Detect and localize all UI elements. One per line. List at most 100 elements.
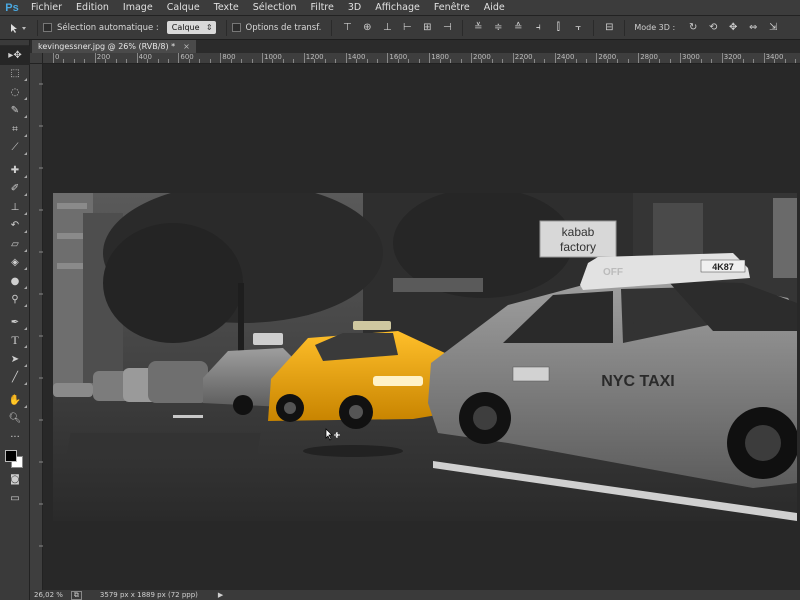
ruler-tick (53, 53, 54, 63)
menu-3d[interactable]: 3D (341, 0, 368, 16)
brush-icon: ✐ (10, 183, 20, 195)
distribute-left-icon[interactable]: ⫞ (528, 19, 548, 37)
ruler-minor-tick (753, 59, 755, 63)
align-top-icon[interactable]: ⊤ (337, 19, 357, 37)
screen-mode-button[interactable]: ▭ (0, 489, 30, 508)
align-right-icon[interactable]: ⊣ (437, 19, 457, 37)
foreground-color-swatch[interactable] (5, 449, 17, 462)
ruler-tick (512, 53, 514, 63)
marquee-tool[interactable]: ⬚ (0, 65, 30, 84)
zoom-level[interactable]: 26,02 % (34, 591, 63, 599)
separator (462, 19, 464, 36)
ruler-minor-tick (742, 59, 744, 63)
hand-tool[interactable]: ✋ (0, 391, 30, 410)
menu-fenetre[interactable]: Fenêtre (427, 0, 477, 16)
clone-stamp-tool[interactable]: ⊥ (0, 198, 30, 217)
pen-tool[interactable]: ✒ (0, 313, 30, 332)
distribute-top-icon[interactable]: ≚ (468, 19, 488, 37)
ruler-minor-tick (544, 59, 546, 63)
move-tool[interactable]: ▸✥ (0, 46, 30, 65)
3d-slide-icon[interactable]: ⇔ (743, 19, 763, 37)
quick-selection-tool[interactable]: ✎ (0, 102, 30, 121)
off-sign-text: OFF (603, 267, 623, 278)
bandage-icon: ✚ (10, 164, 20, 176)
type-tool[interactable]: T (0, 332, 30, 351)
brush-tool[interactable]: ✐ (0, 180, 30, 199)
vertical-ruler[interactable] (30, 64, 43, 590)
line-tool[interactable]: ╱ (0, 369, 30, 388)
move-icon: ▸✥ (8, 49, 22, 61)
ruler-minor-tick (356, 59, 358, 63)
color-swatches[interactable] (0, 447, 30, 471)
ruler-minor-tick (366, 59, 368, 63)
distribute-hcenter-icon[interactable]: ⫿ (548, 19, 568, 37)
ruler-origin[interactable] (30, 53, 43, 64)
distribute-bottom-icon[interactable]: ≙ (508, 19, 528, 37)
path-selection-tool[interactable]: ➤ (0, 350, 30, 369)
dodge-tool[interactable]: ⚲ (0, 291, 30, 310)
share-icon[interactable]: ⧉ (70, 590, 82, 600)
eraser-tool[interactable]: ▱ (0, 235, 30, 254)
ruler-minor-tick (272, 59, 274, 63)
close-icon[interactable]: × (183, 40, 190, 53)
ruler-minor-tick (523, 59, 525, 63)
distribute-right-icon[interactable]: ⫟ (568, 19, 588, 37)
document-size: 3579 px x 1889 px (72 ppp) (99, 591, 198, 599)
document-tab[interactable]: kevingessner.jpg @ 26% (RVB/8) * × (32, 40, 196, 53)
lasso-tool[interactable]: ◌ (0, 83, 30, 102)
menu-image[interactable]: Image (116, 0, 160, 16)
align-left-icon[interactable]: ⊢ (397, 19, 417, 37)
healing-brush-tool[interactable]: ✚ (0, 161, 30, 180)
auto-align-icon[interactable]: ⊟ (599, 19, 619, 37)
3d-scale-icon[interactable]: ⇲ (763, 19, 783, 37)
auto-select-dropdown[interactable]: Calque (166, 21, 216, 34)
align-bottom-icon[interactable]: ⊥ (377, 19, 397, 37)
ruler-minor-tick (606, 59, 608, 63)
ruler-minor-tick (648, 59, 650, 63)
auto-select-label: Sélection automatique : (57, 22, 159, 33)
blur-tool[interactable]: ● (0, 272, 30, 291)
ruler-label: 600 (180, 53, 194, 61)
ruler-minor-tick (209, 59, 211, 63)
3d-pan-icon[interactable]: ✥ (723, 19, 743, 37)
ruler-minor-tick (585, 59, 587, 63)
ruler-minor-tick (126, 59, 128, 63)
crop-tool[interactable]: ⌗ (0, 120, 30, 139)
history-brush-icon: ↶ (10, 220, 20, 232)
more-tools[interactable]: ··· (0, 428, 30, 447)
align-horizontal-center-icon[interactable]: ⊞ (417, 19, 437, 37)
align-vertical-center-icon[interactable]: ⊕ (357, 19, 377, 37)
menu-affichage[interactable]: Affichage (368, 0, 427, 16)
auto-select-checkbox[interactable] (43, 23, 52, 32)
menu-fichier[interactable]: Fichier (24, 0, 69, 16)
move-tool-preset-picker[interactable] (4, 19, 32, 37)
menu-calque[interactable]: Calque (160, 0, 207, 16)
ruler-minor-tick (251, 59, 253, 63)
quick-mask-button[interactable]: ◙ (0, 471, 30, 490)
ruler-tick (262, 53, 263, 63)
3d-roll-icon[interactable]: ⟲ (703, 19, 723, 37)
ruler-tick (638, 53, 640, 63)
eyedropper-tool[interactable]: ⟋ (0, 139, 30, 158)
status-menu-arrow-icon[interactable]: ▶ (218, 591, 223, 599)
distribute-center-icon[interactable]: ≑ (488, 19, 508, 37)
horizontal-ruler[interactable]: 0 200 400 600 800 1000 1200 1400 1600 1800 2000 220… (43, 53, 800, 64)
3d-rotate-icon[interactable]: ↻ (683, 19, 703, 37)
transform-controls-checkbox[interactable] (231, 23, 241, 32)
history-brush-tool[interactable]: ↶ (0, 217, 30, 236)
menu-edition[interactable]: Edition (69, 0, 116, 16)
ruler-minor-tick (84, 59, 86, 63)
separator (37, 19, 38, 36)
zoom-tool[interactable]: 🔍︎ (0, 410, 30, 429)
paint-bucket-tool[interactable]: ◈ (0, 254, 30, 273)
ruler-minor-tick (732, 59, 734, 63)
menu-aide[interactable]: Aide (477, 0, 512, 16)
ruler-minor-tick (700, 59, 702, 63)
menu-selection[interactable]: Sélection (246, 0, 304, 16)
menu-texte[interactable]: Texte (207, 0, 246, 16)
stamp-icon: ⊥ (10, 201, 20, 213)
menu-filtre[interactable]: Filtre (304, 0, 341, 16)
ruler-minor-tick (376, 59, 378, 63)
ruler-minor-tick (73, 59, 75, 63)
document-image[interactable]: kabab factory 4K87 OFF NYC TAXI (53, 193, 797, 521)
